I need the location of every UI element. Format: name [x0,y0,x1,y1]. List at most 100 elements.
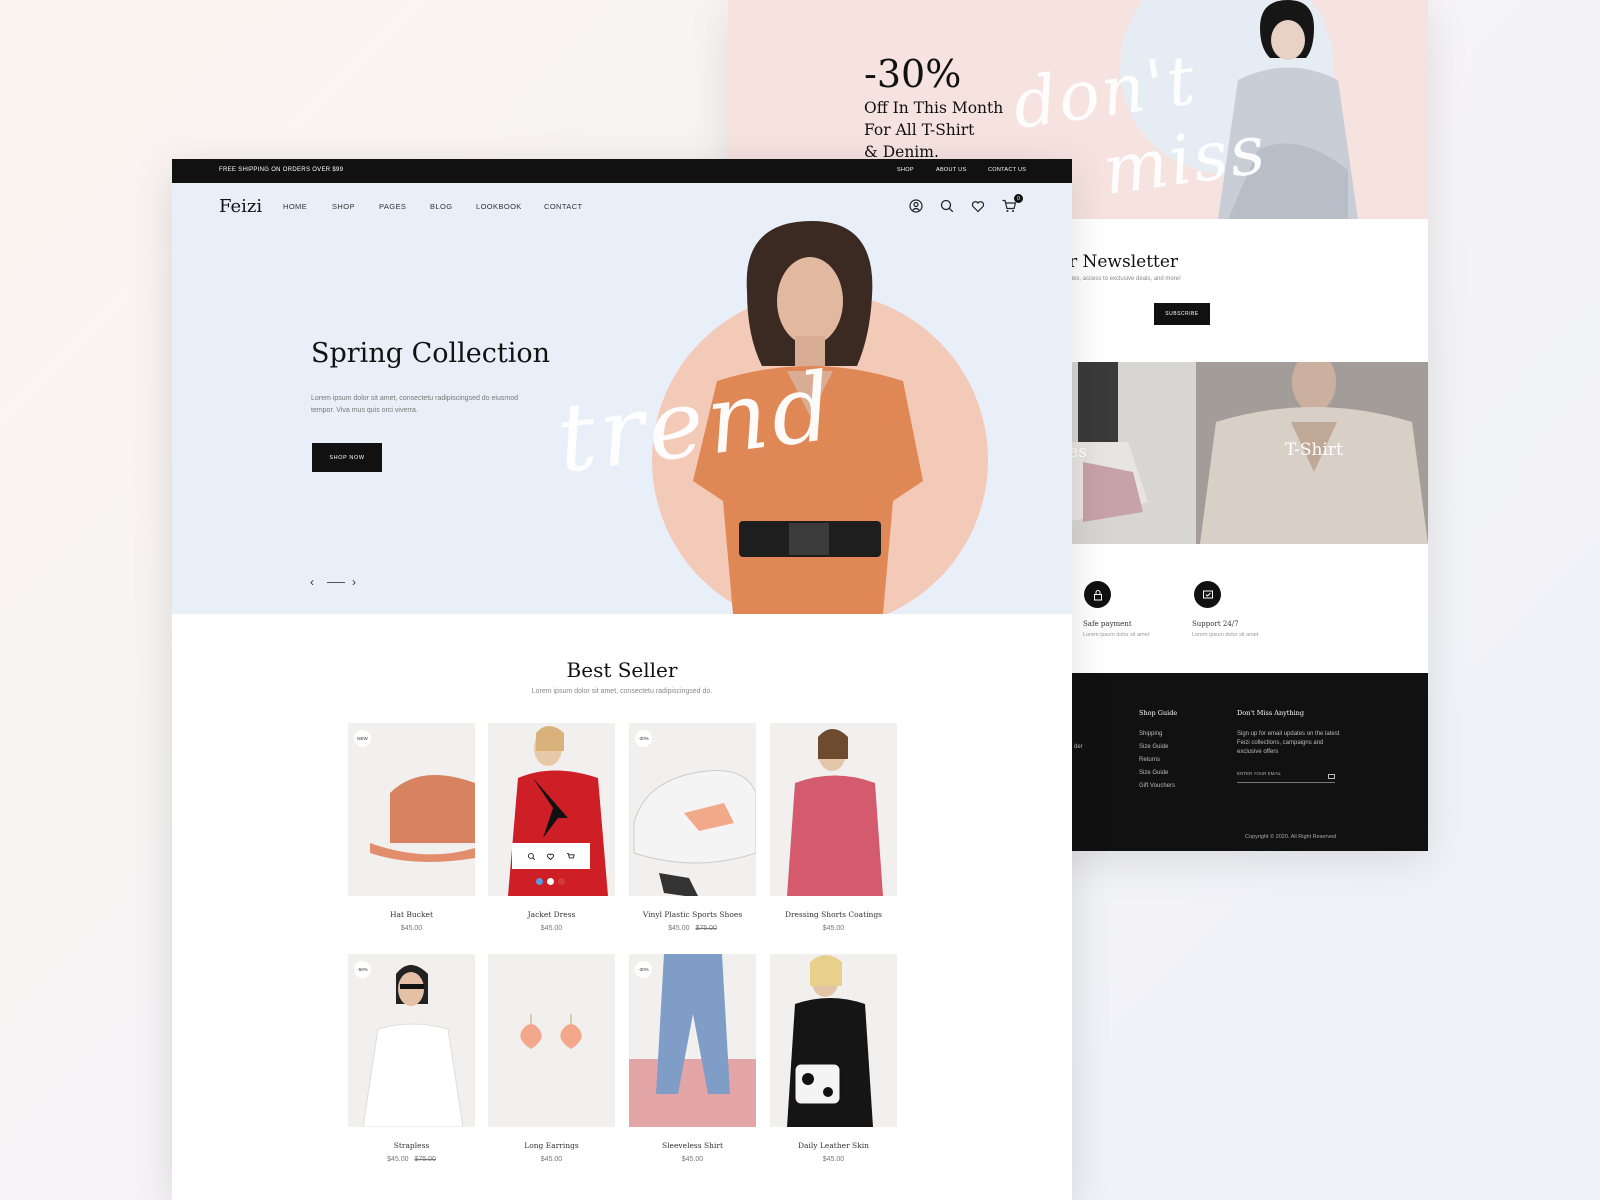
hero-title: Spring Collection [311,338,550,369]
wishlist-heart-icon[interactable] [546,852,555,861]
nav-lookbook[interactable]: LOOKBOOK [476,202,522,211]
product-price-row: $45.00 $75.00 [629,925,756,932]
mail-icon[interactable] [1328,774,1335,779]
footer-link-returns[interactable]: Returns [1139,757,1160,763]
quick-view-search-icon[interactable] [527,852,536,861]
product-price: $45.00 [822,1156,845,1163]
promo-line-1: Off In This Month [864,99,1004,117]
footer-link-size-guide[interactable]: Size Guide [1139,744,1168,750]
nav-blog[interactable]: BLOG [430,202,452,211]
product-card[interactable]: Dressing Shorts Coatings $45.00 [770,723,897,932]
category-tshirt[interactable]: T-Shirt [1196,362,1428,544]
product-image[interactable] [770,723,897,896]
slider-prev-arrow-icon[interactable]: ‹ [310,575,314,589]
footer-link-gift-vouchers[interactable]: Gift Vouchers [1139,783,1175,789]
heart-icon[interactable] [970,198,986,214]
feature-subtitle-safe-payment: Lorem ipsum dolor sit amet [1083,632,1150,638]
promo-text: Off In This Month For All T-Shirt & Deni… [864,97,1064,163]
chat-icon [1194,581,1221,608]
product-card[interactable]: -30% Sleeveless Shirt $45.00 [629,954,756,1163]
topbar-link-about[interactable]: ABOUT US [936,167,966,173]
earrings-image [520,1014,582,1049]
leather-bag-image [787,955,873,1127]
color-swatches [536,878,565,885]
newsletter-subtitle: updates, access to exclusive deals, and … [1058,276,1181,282]
newsletter-title: ur Newsletter [1058,252,1179,272]
product-image[interactable]: -30% [629,954,756,1127]
product-name[interactable]: Long Earrings [488,1141,615,1150]
product-price: $45.00 [822,925,845,932]
product-name[interactable]: Daily Leather Skin [770,1141,897,1150]
product-price: $45.00 [668,925,690,932]
top-bar: FREE SHIPPING ON ORDERS OVER $99 SHOP AB… [172,159,1072,183]
user-icon[interactable] [908,198,924,214]
jacket-dress-image [508,726,608,896]
product-image[interactable] [488,954,615,1127]
product-price-row: $45.00 [348,925,475,932]
footer-link-size-guide-2[interactable]: Size Guide [1139,770,1168,776]
product-card[interactable]: -30% Vinyl Plastic Sports Shoes $45.00 $7… [629,723,756,932]
product-name[interactable]: Sleeveless Shirt [629,1141,756,1150]
category-tshirt-label: T-Shirt [1285,440,1343,460]
sports-shoes-image [633,770,756,896]
nav-shop[interactable]: SHOP [332,202,355,211]
footer-description: Sign up for email updates on the latest … [1237,731,1340,755]
product-image[interactable]: NEW [348,723,475,896]
best-seller-subtitle: Lorem ipsum dolor sit amet, consectetu r… [531,688,713,695]
free-shipping-notice: FREE SHIPPING ON ORDERS OVER $99 [219,167,344,173]
nav-contact[interactable]: CONTACT [544,202,583,211]
product-old-price: $75.00 [414,1156,436,1163]
product-price: $45.00 [681,1156,704,1163]
product-image[interactable]: -50% [348,954,475,1127]
promo-percent: -30% [864,52,962,96]
footer-email-input[interactable]: ENTER YOUR EMAIL [1237,771,1335,783]
product-name[interactable]: Vinyl Plastic Sports Shoes [629,910,756,919]
footer-partial-link[interactable]: der [1074,744,1083,750]
product-hover-actions [512,843,590,869]
product-name[interactable]: Jacket Dress [488,910,615,919]
product-card[interactable]: Long Earrings $45.00 [488,954,615,1163]
feature-title-support: Support 24/7 [1192,620,1239,628]
product-name[interactable]: Hat Bucket [348,910,475,919]
logo[interactable]: Feizi [219,196,262,217]
coat-image [787,729,883,896]
product-name[interactable]: Strapless [348,1141,475,1150]
cart-count-badge: 0 [1014,194,1023,203]
slider-next-arrow-icon[interactable]: › [352,575,356,589]
shop-now-button[interactable]: SHOP NOW [312,443,382,472]
product-price-row: $45.00 $75.00 [348,1156,475,1163]
lock-icon [1084,581,1111,608]
copyright-text: Copyright © 2020. All Right Reserved [1245,834,1337,840]
sleeveless-shirt-image [629,954,756,1127]
hat-image [370,775,475,862]
product-card[interactable]: NEW Hat Bucket $45.00 [348,723,475,932]
product-price-row: $45.00 [629,1156,756,1163]
subscribe-button[interactable]: SUBSCRIBE [1154,303,1210,325]
product-card[interactable]: Daily Leather Skin $45.00 [770,954,897,1163]
product-badge: -50% [354,961,371,978]
topbar-link-contact[interactable]: CONTACT US [988,167,1026,173]
add-to-cart-icon[interactable] [566,852,575,861]
product-price-row: $45.00 [488,1156,615,1163]
front-page-preview: FREE SHIPPING ON ORDERS OVER $99 SHOP AB… [172,159,1072,1200]
product-image[interactable]: -30% [629,723,756,896]
best-seller-title: Best Seller [566,658,678,682]
nav-home[interactable]: HOME [283,202,307,211]
strapless-image [362,965,464,1127]
product-price: $45.00 [540,925,563,932]
product-name[interactable]: Dressing Shorts Coatings [770,910,897,919]
topbar-link-shop[interactable]: SHOP [897,167,914,173]
footer-dont-miss-title: Don't Miss Anything [1237,709,1305,717]
swatch-white[interactable] [547,878,554,885]
product-price: $45.00 [400,925,423,932]
product-card[interactable]: Jacket Dress $45.00 [488,723,615,932]
search-icon[interactable] [939,198,955,214]
swatch-blue[interactable] [536,878,543,885]
footer-shop-guide-title: Shop Guide [1139,709,1178,717]
footer-link-shipping[interactable]: Shipping [1139,731,1162,737]
product-image[interactable] [770,954,897,1127]
product-image[interactable] [488,723,615,896]
product-card[interactable]: -50% Strapless $45.00 $75.00 [348,954,475,1163]
swatch-red[interactable] [558,878,565,885]
nav-pages[interactable]: PAGES [379,202,406,211]
